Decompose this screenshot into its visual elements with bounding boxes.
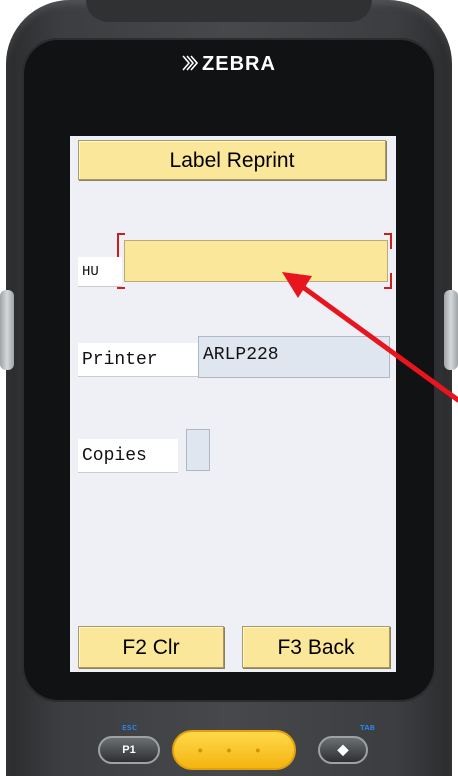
f3-back-button[interactable]: F3 Back [242,626,390,668]
right-side-grip [444,290,458,370]
hu-label: HU [78,257,122,287]
label-reprint-title-button[interactable]: Label Reprint [78,140,386,180]
tab-label: TAB [360,724,375,732]
scan-trigger-button[interactable]: • • • [172,730,296,770]
p1-button[interactable]: P1 [98,736,160,764]
device-top-bump [86,0,372,22]
page: ZEBRA Label Reprint HU Printer ARLP228 C… [0,0,458,776]
f2-clear-button[interactable]: F2 Clr [78,626,224,668]
copies-label: Copies [78,439,178,473]
printer-input[interactable]: ARLP228 [198,336,390,378]
diamond-button[interactable]: ◆ [318,736,368,764]
printer-label: Printer [78,343,198,377]
brand-logo: ZEBRA [0,53,458,76]
zebra-logo-icon [182,55,199,71]
copies-input[interactable] [186,429,210,471]
esc-label: ESC [122,724,137,732]
left-side-grip [0,290,14,370]
hu-input[interactable] [124,240,388,282]
brand-name: ZEBRA [202,53,276,75]
device-screen: Label Reprint HU Printer ARLP228 Copies … [70,136,396,672]
